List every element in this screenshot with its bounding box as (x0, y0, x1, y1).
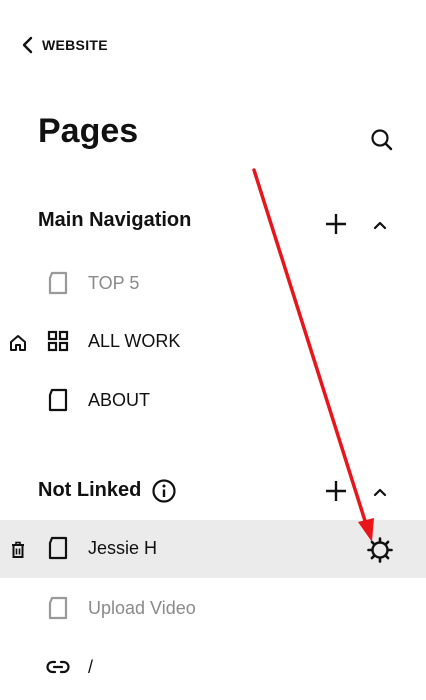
page-row-about[interactable]: ABOUT (0, 372, 426, 430)
page-label: ALL WORK (88, 331, 181, 351)
collapse-main-navigation-chevron-up-icon[interactable] (370, 215, 390, 235)
page-label: Jessie H (88, 538, 158, 558)
chevron-left-icon (22, 36, 33, 54)
page-label: ABOUT (88, 390, 151, 410)
page-icon (48, 596, 68, 620)
page-row-top-5[interactable]: TOP 5 (0, 255, 426, 313)
home-icon (10, 335, 26, 351)
section-title-not-linked: Not Linked (38, 478, 142, 501)
collapse-not-linked-chevron-up-icon[interactable] (370, 482, 390, 502)
page-row-upload-video[interactable]: Upload Video (0, 580, 426, 638)
section-header-not-linked: Not Linked (38, 476, 177, 504)
add-page-not-linked-plus-icon[interactable] (323, 478, 349, 504)
grid-icon (47, 330, 69, 352)
info-icon[interactable] (151, 478, 177, 504)
page-title: Pages (38, 112, 139, 150)
search-icon[interactable] (368, 126, 396, 154)
page-row-link[interactable]: / (0, 639, 426, 697)
back-label: WEBSITE (42, 37, 108, 53)
back-to-website-link[interactable]: WEBSITE (20, 36, 108, 54)
add-page-main-navigation-plus-icon[interactable] (323, 211, 349, 237)
link-icon (46, 660, 70, 674)
page-label: Upload Video (88, 598, 196, 618)
page-label: / (88, 657, 94, 677)
gear-icon[interactable] (366, 536, 394, 564)
page-row-all-work[interactable]: ALL WORK (0, 313, 426, 371)
section-title-main-navigation: Main Navigation (38, 209, 192, 231)
page-row-jessie-h[interactable]: Jessie H (0, 520, 426, 578)
trash-icon[interactable] (8, 540, 28, 560)
page-icon (48, 271, 68, 295)
page-icon (48, 388, 68, 412)
page-icon (48, 536, 68, 560)
page-label: TOP 5 (88, 273, 140, 293)
